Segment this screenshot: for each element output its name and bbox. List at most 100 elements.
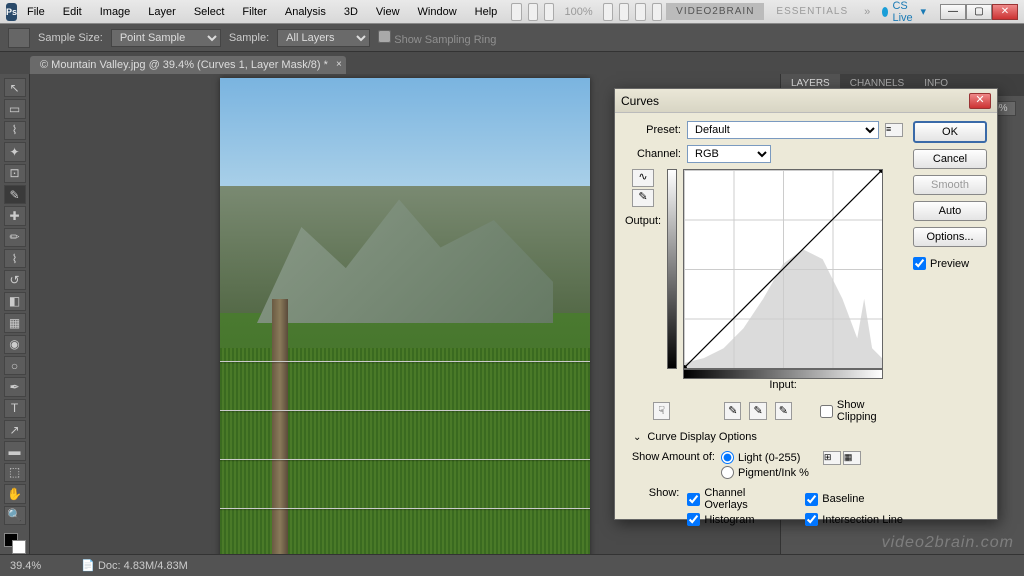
move-tool[interactable]: ↖ (4, 78, 26, 97)
input-label: Input: (683, 379, 883, 391)
curve-point-mode[interactable]: ∿ (632, 169, 654, 187)
close-tab-icon[interactable]: × (336, 59, 342, 70)
3d-tool[interactable]: ⬚ (4, 463, 26, 482)
watermark: video2brain.com (882, 534, 1014, 552)
window-minimize[interactable]: — (940, 4, 966, 20)
type-tool[interactable]: T (4, 399, 26, 418)
channel-label: Channel: (625, 148, 681, 160)
grid-simple-icon[interactable]: ⊞ (823, 451, 841, 465)
eyedropper-tool-icon (8, 28, 30, 48)
options-bar: Sample Size: Point Sample Sample: All La… (0, 24, 1024, 52)
color-swatches[interactable] (4, 533, 26, 554)
brush-tool[interactable]: ✏ (4, 228, 26, 247)
baseline-checkbox[interactable]: Baseline (805, 487, 903, 511)
show-clipping-checkbox[interactable]: Show Clipping (820, 399, 903, 423)
rotate-icon[interactable] (635, 3, 645, 21)
menu-layer[interactable]: Layer (140, 3, 184, 21)
histogram-checkbox[interactable]: Histogram (687, 513, 785, 526)
dialog-close-button[interactable]: ✕ (969, 93, 991, 109)
window-close[interactable]: ✕ (992, 4, 1018, 20)
workspace-more-icon[interactable]: » (860, 6, 874, 18)
show-amount-label: Show Amount of: (625, 451, 715, 463)
status-zoom[interactable]: 39.4% (10, 560, 41, 572)
marquee-tool[interactable]: ▭ (4, 99, 26, 118)
options-button[interactable]: Options... (913, 227, 987, 247)
auto-button[interactable]: Auto (913, 201, 987, 221)
light-radio[interactable] (721, 451, 734, 464)
preset-select[interactable]: Default (687, 121, 879, 139)
preset-menu-icon[interactable]: ≡ (885, 123, 903, 137)
output-gradient (667, 169, 677, 369)
window-maximize[interactable]: ▢ (966, 4, 992, 20)
document-tab-title: © Mountain Valley.jpg @ 39.4% (Curves 1,… (40, 59, 328, 71)
sample-label: Sample: (229, 32, 269, 44)
document-tab[interactable]: © Mountain Valley.jpg @ 39.4% (Curves 1,… (30, 56, 346, 74)
target-adjust-tool[interactable]: ☟ (653, 402, 670, 420)
input-gradient (683, 369, 883, 379)
hand-icon[interactable] (603, 3, 613, 21)
arrange-icon[interactable] (528, 3, 538, 21)
menu-analysis[interactable]: Analysis (277, 3, 334, 21)
status-doc: 📄 Doc: 4.83M/4.83M (81, 559, 188, 572)
blur-tool[interactable]: ◉ (4, 335, 26, 354)
menu-image[interactable]: Image (92, 3, 139, 21)
curves-grid[interactable] (683, 169, 883, 369)
bridge-icon[interactable] (511, 3, 521, 21)
hand-tool[interactable]: ✋ (4, 484, 26, 503)
pigment-radio[interactable] (721, 466, 734, 479)
menu-filter[interactable]: Filter (234, 3, 274, 21)
eraser-tool[interactable]: ◧ (4, 292, 26, 311)
healing-tool[interactable]: ✚ (4, 206, 26, 225)
document-image (220, 78, 590, 554)
dodge-tool[interactable]: ○ (4, 356, 26, 375)
smooth-button[interactable]: Smooth (913, 175, 987, 195)
channel-overlays-checkbox[interactable]: Channel Overlays (687, 487, 785, 511)
menu-edit[interactable]: Edit (55, 3, 90, 21)
status-bar: 39.4% 📄 Doc: 4.83M/4.83M (0, 554, 1024, 576)
gray-point-eyedropper[interactable]: ✎ (749, 402, 766, 420)
menu-bar: Ps File Edit Image Layer Select Filter A… (0, 0, 1024, 24)
menu-window[interactable]: Window (410, 3, 465, 21)
cs-live-button[interactable]: CS Live ▾ (876, 0, 932, 24)
white-point-eyedropper[interactable]: ✎ (775, 402, 792, 420)
output-label: Output: (625, 215, 661, 227)
curve-display-options-toggle[interactable]: ⌄ Curve Display Options (633, 431, 903, 443)
menu-help[interactable]: Help (467, 3, 506, 21)
show-sampling-ring[interactable]: Show Sampling Ring (378, 30, 496, 46)
channel-select[interactable]: RGB (687, 145, 771, 163)
zoom-icon[interactable] (619, 3, 629, 21)
path-tool[interactable]: ↗ (4, 420, 26, 439)
show-label: Show: (625, 487, 679, 526)
history-brush-tool[interactable]: ↺ (4, 270, 26, 289)
intersection-checkbox[interactable]: Intersection Line (805, 513, 903, 526)
shape-tool[interactable]: ▬ (4, 441, 26, 460)
sampling-ring-checkbox[interactable] (378, 30, 391, 43)
pen-tool[interactable]: ✒ (4, 377, 26, 396)
cancel-button[interactable]: Cancel (913, 149, 987, 169)
workspace-essentials[interactable]: ESSENTIALS (766, 3, 858, 20)
sample-size-select[interactable]: Point Sample (111, 29, 221, 47)
curve-draw-mode[interactable]: ✎ (632, 189, 654, 207)
workspace-video2brain[interactable]: VIDEO2BRAIN (666, 3, 764, 20)
ok-button[interactable]: OK (913, 121, 987, 143)
crop-tool[interactable]: ⊡ (4, 164, 26, 183)
preview-checkbox[interactable]: Preview (913, 257, 987, 270)
quick-select-tool[interactable]: ✦ (4, 142, 26, 161)
grid-detailed-icon[interactable]: ▦ (843, 451, 861, 465)
menu-select[interactable]: Select (186, 3, 233, 21)
lasso-tool[interactable]: ⌇ (4, 121, 26, 140)
clone-tool[interactable]: ⌇ (4, 249, 26, 268)
gradient-tool[interactable]: ▦ (4, 313, 26, 332)
black-point-eyedropper[interactable]: ✎ (724, 402, 741, 420)
menu-view[interactable]: View (368, 3, 408, 21)
eyedropper-tool[interactable]: ✎ (4, 185, 26, 204)
menu-file[interactable]: File (19, 3, 53, 21)
dialog-titlebar[interactable]: Curves ✕ (615, 89, 997, 113)
extras-icon[interactable] (544, 3, 554, 21)
menu-3d[interactable]: 3D (336, 3, 366, 21)
toolbox: ↖ ▭ ⌇ ✦ ⊡ ✎ ✚ ✏ ⌇ ↺ ◧ ▦ ◉ ○ ✒ T ↗ ▬ ⬚ ✋ … (0, 74, 30, 554)
screen-mode-icon[interactable] (652, 3, 662, 21)
zoom-tool[interactable]: 🔍 (4, 506, 26, 525)
sample-select[interactable]: All Layers (277, 29, 370, 47)
dialog-title: Curves (621, 94, 969, 108)
